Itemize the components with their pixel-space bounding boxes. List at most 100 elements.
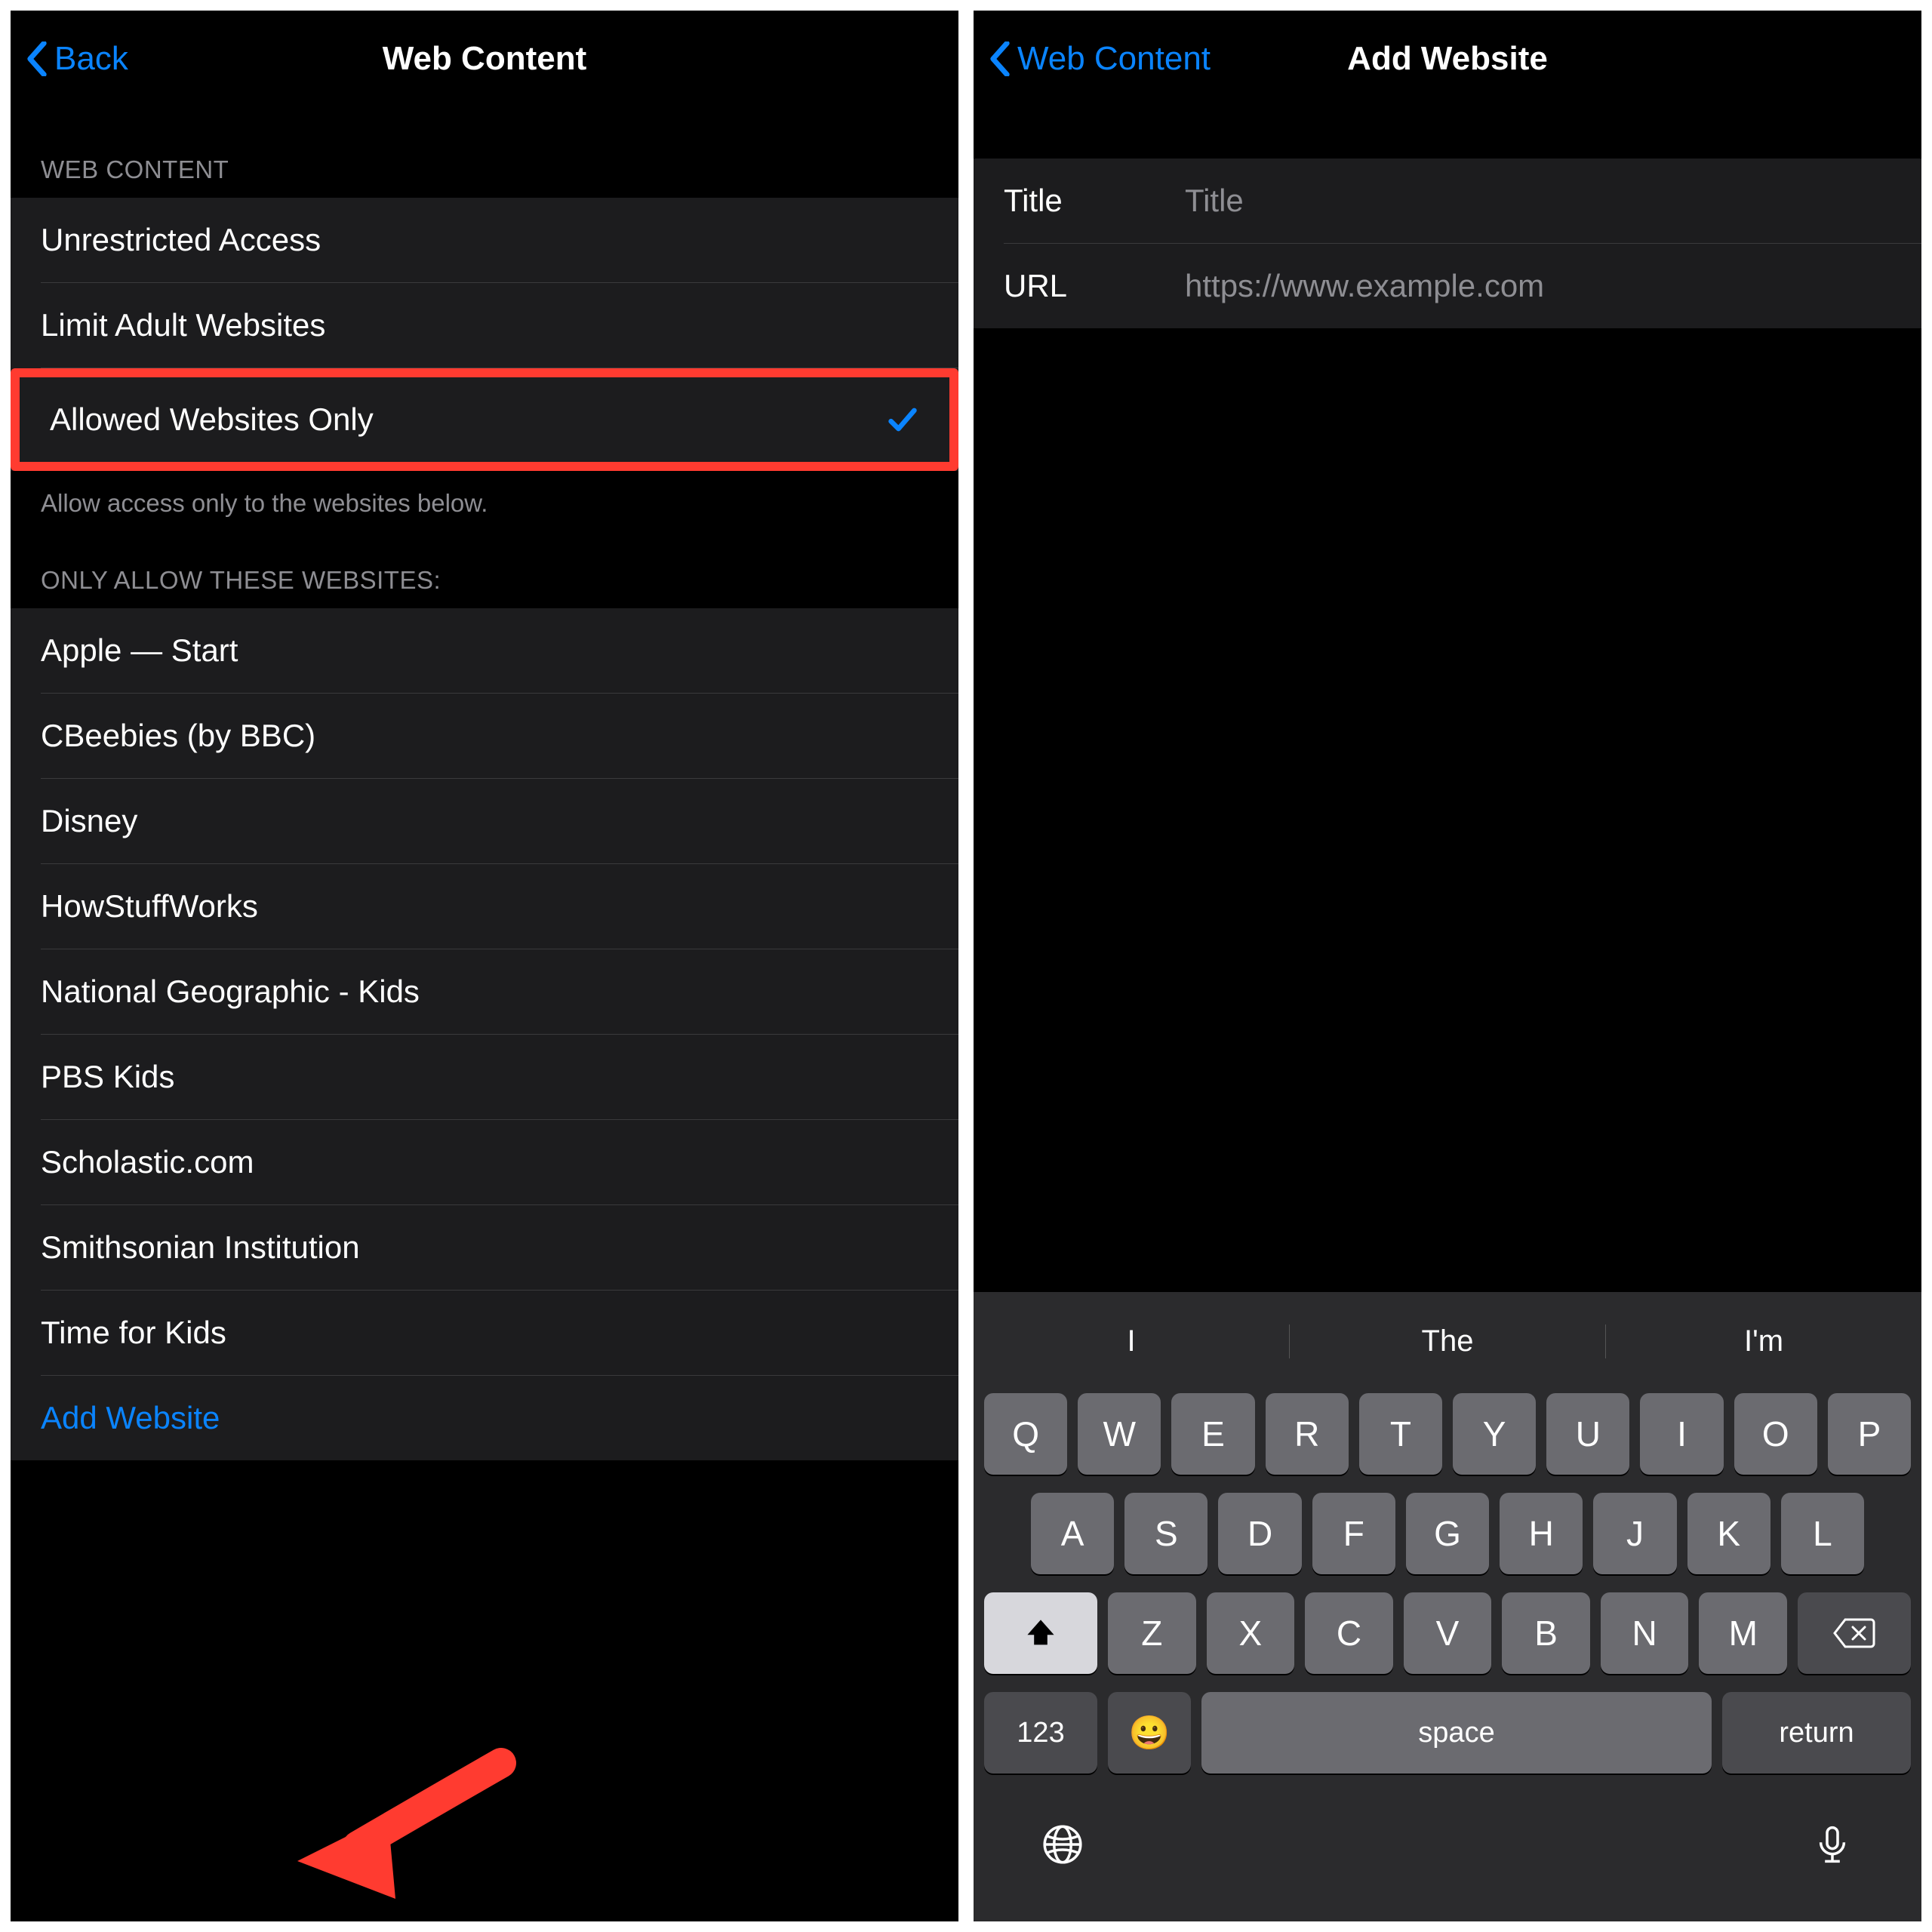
key-space[interactable]: space [1201, 1692, 1712, 1774]
globe-icon[interactable] [1041, 1823, 1084, 1876]
key-row-2: A S D F G H J K L [984, 1493, 1911, 1574]
key-d[interactable]: D [1218, 1493, 1301, 1574]
add-website-label: Add Website [41, 1400, 220, 1436]
suggestion-bar: I The I'm [974, 1300, 1921, 1383]
screen-add-website: Web Content Add Website Title URL I The … [974, 11, 1921, 1921]
key-w[interactable]: W [1078, 1393, 1161, 1475]
add-website-form: Title URL [974, 158, 1921, 328]
keyboard: I The I'm Q W E R T Y U I O P [974, 1292, 1921, 1921]
highlight-box: Allowed Websites Only [11, 368, 958, 471]
page-title: Web Content [11, 40, 958, 78]
shift-icon [1024, 1617, 1057, 1650]
site-label: CBeebies (by BBC) [41, 718, 315, 754]
key-row-1: Q W E R T Y U I O P [984, 1393, 1911, 1475]
key-row-3: Z X C V B N M [984, 1592, 1911, 1674]
key-p[interactable]: P [1828, 1393, 1911, 1475]
title-input[interactable] [1185, 183, 1891, 219]
back-button[interactable]: Web Content [974, 40, 1211, 78]
keyboard-bottom-bar [974, 1802, 1921, 1921]
site-label: National Geographic - Kids [41, 974, 420, 1010]
key-n[interactable]: N [1601, 1592, 1689, 1674]
key-return[interactable]: return [1722, 1692, 1911, 1774]
screen-web-content: Back Web Content WEB CONTENT Unrestricte… [11, 11, 958, 1921]
title-label: Title [1004, 183, 1155, 219]
suggestion[interactable]: I [974, 1324, 1289, 1358]
chevron-left-icon [989, 42, 1011, 76]
back-label: Web Content [1017, 40, 1211, 78]
checkmark-icon [886, 403, 919, 436]
key-z[interactable]: Z [1108, 1592, 1196, 1674]
key-i[interactable]: I [1640, 1393, 1723, 1475]
key-o[interactable]: O [1734, 1393, 1817, 1475]
option-limit-adult[interactable]: Limit Adult Websites [11, 283, 958, 368]
section-header-web-content: WEB CONTENT [11, 107, 958, 198]
back-button[interactable]: Back [11, 40, 128, 78]
emoji-icon: 😀 [1129, 1713, 1171, 1752]
site-label: Apple — Start [41, 632, 238, 669]
key-b[interactable]: B [1502, 1592, 1590, 1674]
spacer [974, 328, 1921, 1292]
site-label: Disney [41, 803, 137, 839]
option-label: Limit Adult Websites [41, 307, 325, 343]
key-x[interactable]: X [1207, 1592, 1295, 1674]
backspace-icon [1833, 1617, 1875, 1650]
key-c[interactable]: C [1305, 1592, 1393, 1674]
navbar: Web Content Add Website [974, 11, 1921, 107]
spacer [974, 107, 1921, 158]
chevron-left-icon [26, 42, 48, 76]
key-q[interactable]: Q [984, 1393, 1067, 1475]
site-label: PBS Kids [41, 1059, 174, 1095]
allowed-sites-group: Apple — Start CBeebies (by BBC) Disney H… [11, 608, 958, 1460]
key-y[interactable]: Y [1453, 1393, 1536, 1475]
url-label: URL [1004, 268, 1155, 304]
site-row[interactable]: PBS Kids [11, 1035, 958, 1119]
site-row[interactable]: Scholastic.com [11, 1120, 958, 1204]
key-emoji[interactable]: 😀 [1108, 1692, 1191, 1774]
suggestion[interactable]: I'm [1605, 1324, 1921, 1358]
key-k[interactable]: K [1687, 1493, 1770, 1574]
key-backspace[interactable] [1798, 1592, 1911, 1674]
key-m[interactable]: M [1699, 1592, 1787, 1674]
key-h[interactable]: H [1500, 1493, 1583, 1574]
key-v[interactable]: V [1404, 1592, 1492, 1674]
site-label: Scholastic.com [41, 1144, 254, 1180]
option-label: Allowed Websites Only [50, 401, 374, 438]
add-website-button[interactable]: Add Website [11, 1376, 958, 1460]
dictation-icon[interactable] [1811, 1823, 1854, 1876]
key-numbers[interactable]: 123 [984, 1692, 1097, 1774]
key-t[interactable]: T [1359, 1393, 1442, 1475]
site-row[interactable]: HowStuffWorks [11, 864, 958, 949]
title-row: Title [974, 158, 1921, 243]
navbar: Back Web Content [11, 11, 958, 107]
key-r[interactable]: R [1266, 1393, 1349, 1475]
key-s[interactable]: S [1124, 1493, 1208, 1574]
option-unrestricted[interactable]: Unrestricted Access [11, 198, 958, 282]
key-u[interactable]: U [1546, 1393, 1629, 1475]
site-row[interactable]: Time for Kids [11, 1291, 958, 1375]
key-e[interactable]: E [1171, 1393, 1254, 1475]
key-j[interactable]: J [1593, 1493, 1676, 1574]
url-row: URL [974, 244, 1921, 328]
section-footer: Allow access only to the websites below. [11, 471, 958, 518]
web-content-options-group: Unrestricted Access Limit Adult Websites… [11, 198, 958, 471]
site-row[interactable]: CBeebies (by BBC) [11, 694, 958, 778]
back-label: Back [54, 40, 128, 78]
content-scroll[interactable]: WEB CONTENT Unrestricted Access Limit Ad… [11, 107, 958, 1921]
key-a[interactable]: A [1031, 1493, 1114, 1574]
url-input[interactable] [1185, 268, 1891, 304]
suggestion[interactable]: The [1289, 1324, 1605, 1358]
site-label: Time for Kids [41, 1315, 226, 1351]
section-header-allowed-sites: ONLY ALLOW THESE WEBSITES: [11, 518, 958, 608]
site-label: Smithsonian Institution [41, 1229, 360, 1266]
key-g[interactable]: G [1406, 1493, 1489, 1574]
key-f[interactable]: F [1312, 1493, 1395, 1574]
site-row[interactable]: Disney [11, 779, 958, 863]
option-label: Unrestricted Access [41, 222, 321, 258]
site-row[interactable]: Apple — Start [11, 608, 958, 693]
key-row-4: 123 😀 space return [984, 1692, 1911, 1774]
key-shift[interactable] [984, 1592, 1097, 1674]
option-allowed-only[interactable]: Allowed Websites Only [20, 377, 949, 462]
site-row[interactable]: Smithsonian Institution [11, 1205, 958, 1290]
site-row[interactable]: National Geographic - Kids [11, 949, 958, 1034]
key-l[interactable]: L [1781, 1493, 1864, 1574]
